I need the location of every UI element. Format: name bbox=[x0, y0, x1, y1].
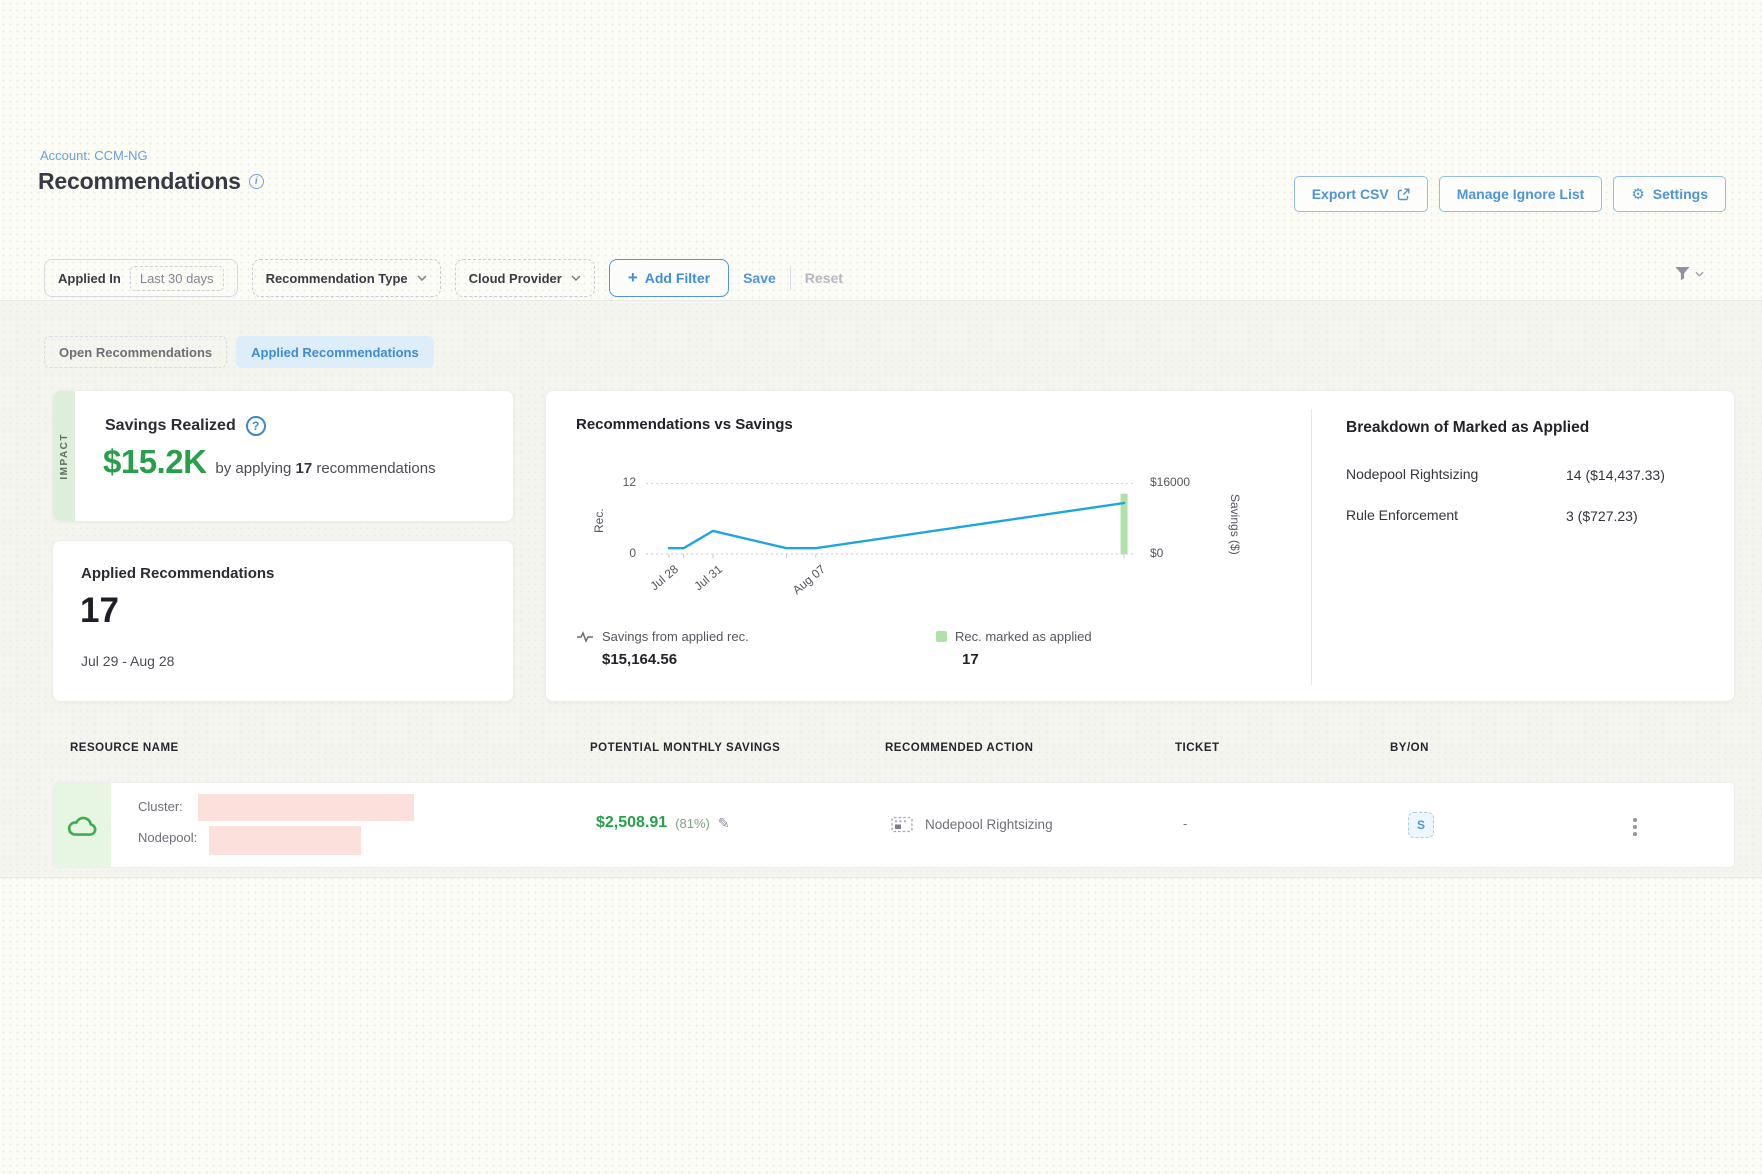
nodepool-grid-icon bbox=[891, 816, 913, 833]
chart-card: Recommendations vs Savings 12 0 Rec. $16… bbox=[545, 390, 1735, 702]
applied-card-title: Applied Recommendations bbox=[81, 565, 274, 582]
potential-savings-cell: $2,508.91 (81%) ✎ bbox=[596, 814, 730, 832]
x-axis-label: Jul 31 bbox=[691, 562, 725, 593]
by-on-avatar[interactable]: S bbox=[1408, 812, 1434, 838]
applied-card-date-range: Jul 29 - Aug 28 bbox=[81, 653, 174, 669]
chevron-down-icon bbox=[1695, 271, 1704, 277]
legend-savings-label: Savings from applied rec. bbox=[602, 629, 749, 644]
plus-icon: + bbox=[628, 268, 638, 288]
manage-ignore-list-label: Manage Ignore List bbox=[1457, 186, 1585, 202]
pulse-line-icon bbox=[576, 631, 594, 643]
page-title: Recommendations bbox=[38, 168, 241, 195]
chevron-down-icon bbox=[417, 275, 427, 281]
add-filter-label: Add Filter bbox=[645, 270, 710, 286]
cluster-label: Cluster: bbox=[138, 799, 183, 814]
section-divider bbox=[1311, 409, 1312, 685]
savings-percent: (81%) bbox=[675, 816, 710, 831]
x-axis-label: Aug 07 bbox=[790, 562, 828, 597]
ticket-cell: - bbox=[1183, 816, 1187, 831]
applied-recommendations-card: Applied Recommendations 17 Jul 29 - Aug … bbox=[52, 540, 514, 702]
filter-divider bbox=[790, 266, 791, 290]
page-title-row: Recommendations i bbox=[38, 168, 264, 195]
impact-strip-label: IMPACT bbox=[59, 433, 70, 480]
impact-strip: IMPACT bbox=[53, 391, 75, 521]
column-header-ticket: TICKET bbox=[1175, 742, 1220, 754]
tab-open-recommendations[interactable]: Open Recommendations bbox=[44, 336, 227, 368]
legend-item-applied: Rec. marked as applied 17 bbox=[936, 629, 1092, 668]
chart-title: Recommendations vs Savings bbox=[576, 416, 793, 433]
recommendations-page: Account: CCM-NG Recommendations i Export… bbox=[0, 0, 1762, 1174]
settings-label: Settings bbox=[1653, 186, 1708, 202]
breakdown-row-value: 14 ($14,437.33) bbox=[1566, 466, 1681, 485]
savings-realized-caption: by applying 17 recommendations bbox=[215, 460, 435, 477]
nodepool-label: Nodepool: bbox=[138, 830, 197, 845]
column-header-by-on: BY/ON bbox=[1390, 742, 1429, 754]
filter-panel-toggle[interactable] bbox=[1674, 266, 1704, 281]
table-row[interactable]: Cluster: Nodepool: $2,508.91 (81%) ✎ Nod… bbox=[52, 782, 1735, 868]
y-left-tick-max: 12 bbox=[584, 475, 636, 489]
y-left-axis-label: Rec. bbox=[592, 491, 606, 551]
reset-filter-button[interactable]: Reset bbox=[805, 270, 843, 286]
green-swatch-icon bbox=[936, 631, 947, 642]
save-filter-button[interactable]: Save bbox=[743, 270, 776, 286]
applied-card-count: 17 bbox=[80, 591, 119, 631]
redacted-cluster-name bbox=[198, 794, 414, 821]
redacted-nodepool-name bbox=[209, 826, 361, 855]
cluster-cloud-icon bbox=[67, 814, 97, 837]
savings-realized-title: Savings Realized bbox=[105, 417, 236, 435]
filter-recommendation-type[interactable]: Recommendation Type bbox=[252, 259, 441, 297]
column-header-potential-monthly-savings: POTENTIAL MONTHLY SAVINGS bbox=[590, 742, 780, 754]
legend-applied-label: Rec. marked as applied bbox=[955, 629, 1092, 644]
external-link-icon bbox=[1397, 188, 1410, 201]
settings-button[interactable]: ⚙ Settings bbox=[1613, 176, 1726, 212]
column-header-resource-name: RESOURCE NAME bbox=[70, 742, 179, 754]
legend-applied-value: 17 bbox=[962, 651, 1092, 668]
filter-applied-in-value[interactable]: Last 30 days bbox=[130, 266, 224, 291]
legend-item-savings: Savings from applied rec. $15,164.56 bbox=[576, 629, 749, 668]
breakdown-title: Breakdown of Marked as Applied bbox=[1346, 419, 1589, 437]
info-icon[interactable]: i bbox=[249, 174, 264, 189]
column-header-recommended-action: RECOMMENDED ACTION bbox=[885, 742, 1034, 754]
export-csv-button[interactable]: Export CSV bbox=[1294, 176, 1428, 212]
add-filter-button[interactable]: + Add Filter bbox=[609, 259, 729, 297]
breadcrumb-account[interactable]: Account: CCM-NG bbox=[40, 148, 148, 163]
recommended-action-cell: Nodepool Rightsizing bbox=[891, 816, 1053, 833]
y-right-tick-min: $0 bbox=[1150, 546, 1163, 560]
breakdown-row-value: 3 ($727.23) bbox=[1566, 507, 1681, 526]
help-icon[interactable]: ? bbox=[246, 416, 266, 436]
manage-ignore-list-button[interactable]: Manage Ignore List bbox=[1439, 176, 1603, 212]
savings-line bbox=[669, 503, 1124, 548]
filter-cloud-provider[interactable]: Cloud Provider bbox=[455, 259, 595, 297]
gear-icon: ⚙ bbox=[1631, 187, 1644, 202]
tab-applied-recommendations[interactable]: Applied Recommendations bbox=[236, 336, 434, 368]
savings-realized-value: $15.2K bbox=[103, 443, 206, 481]
savings-realized-card: IMPACT Savings Realized ? $15.2K by appl… bbox=[52, 390, 514, 522]
legend-savings-value: $15,164.56 bbox=[602, 651, 749, 668]
edit-pencil-icon[interactable]: ✎ bbox=[718, 816, 730, 830]
recommended-action-text: Nodepool Rightsizing bbox=[925, 817, 1053, 832]
breakdown-row-label: Rule Enforcement bbox=[1346, 507, 1458, 523]
y-right-tick-max: $16000 bbox=[1150, 475, 1190, 489]
savings-trend-chart bbox=[646, 483, 1136, 561]
chevron-down-icon bbox=[571, 275, 581, 281]
funnel-icon bbox=[1674, 266, 1691, 281]
filter-bar: Applied In Last 30 days Recommendation T… bbox=[44, 259, 843, 297]
filter-applied-in-label: Applied In bbox=[58, 271, 121, 286]
filter-applied-in[interactable]: Applied In Last 30 days bbox=[44, 259, 238, 297]
x-axis-labels: Jul 28 Jul 31 Aug 07 bbox=[646, 560, 1136, 602]
breakdown-row-label: Nodepool Rightsizing bbox=[1346, 466, 1478, 482]
export-csv-label: Export CSV bbox=[1312, 186, 1389, 202]
header-actions: Export CSV Manage Ignore List ⚙ Settings bbox=[1294, 176, 1726, 212]
y-right-axis-label: Savings ($) bbox=[1228, 469, 1242, 579]
resource-type-cell bbox=[53, 783, 111, 867]
row-menu-kebab-icon[interactable] bbox=[1629, 814, 1641, 840]
filter-recommendation-type-label: Recommendation Type bbox=[266, 271, 408, 286]
tabs: Open Recommendations Applied Recommendat… bbox=[44, 336, 434, 368]
savings-amount: $2,508.91 bbox=[596, 814, 667, 832]
filter-cloud-provider-label: Cloud Provider bbox=[469, 271, 562, 286]
x-axis-label: Jul 28 bbox=[647, 562, 681, 593]
